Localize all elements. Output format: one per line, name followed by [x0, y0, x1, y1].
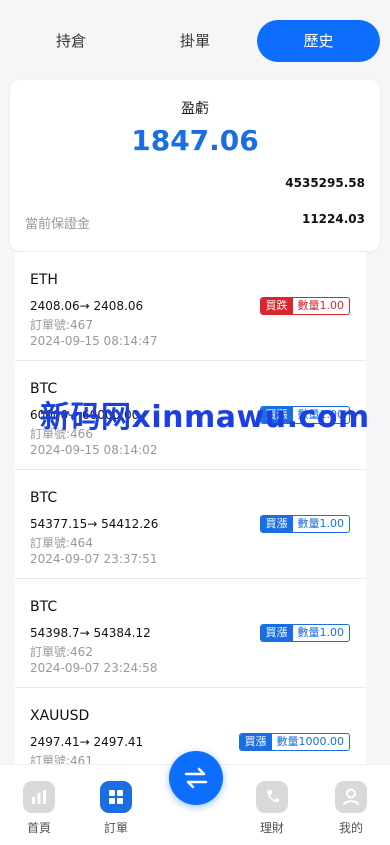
order-symbol: BTC	[30, 490, 58, 506]
tab-positions[interactable]: 持倉	[10, 20, 132, 62]
order-prices: 54398.7→ 54384.12	[30, 626, 151, 640]
order-direction-badge: 買跌 數量1.00	[259, 297, 350, 315]
order-direction-badge: 買漲 數量1.00	[259, 624, 350, 642]
order-prices: 2408.06→ 2408.06	[30, 299, 144, 313]
order-prices: 54377.15→ 54412.26	[30, 517, 159, 531]
order-row[interactable]: ETH 2408.06→ 2408.06 訂單號:467 2024-09-15 …	[15, 252, 366, 361]
order-history-list: ETH 2408.06→ 2408.06 訂單號:467 2024-09-15 …	[15, 252, 366, 764]
tab-pending-orders[interactable]: 掛單	[134, 20, 256, 62]
pnl-summary-card: 盈虧 1847.06 4535295.58 當前保證金 11224.03	[10, 80, 380, 251]
order-row[interactable]: BTC 54398.7→ 54384.12 訂單號:462 2024-09-07…	[15, 579, 366, 688]
balance-value: 4535295.58	[285, 176, 365, 190]
nav-label: 我的	[338, 821, 363, 835]
margin-value: 11224.03	[301, 212, 365, 226]
order-time: 2024-09-07 23:24:58	[30, 661, 158, 675]
order-direction-badge: 買漲 數量1.00	[259, 515, 350, 533]
user-icon	[335, 781, 367, 813]
order-row[interactable]: BTC 54377.15→ 54412.26 訂單號:464 2024-09-0…	[15, 470, 366, 579]
nav-profile[interactable]: 我的	[321, 781, 381, 836]
quantity-label: 數量1.00	[292, 625, 349, 641]
margin-label: 當前保證金	[25, 217, 91, 232]
nav-label: 訂單	[103, 821, 128, 835]
direction-label: 買漲	[260, 516, 293, 532]
direction-label: 買跌	[260, 298, 293, 314]
swap-icon	[184, 767, 208, 789]
nav-finance[interactable]: 理財	[242, 781, 302, 836]
order-prices: 2497.41→ 2497.41	[30, 735, 144, 749]
quantity-label: 數量1000.00	[271, 734, 349, 750]
pnl-label: 盈虧	[181, 101, 209, 117]
order-time: 2024-09-15 08:14:02	[30, 443, 158, 457]
chart-icon	[23, 781, 55, 813]
phone-icon	[256, 781, 288, 813]
quantity-label: 數量1.00	[292, 516, 349, 532]
watermark: 新码网xinmawu.com	[40, 400, 370, 435]
quantity-label: 數量1.00	[292, 298, 349, 314]
direction-label: 買漲	[260, 625, 293, 641]
grid-icon	[100, 781, 132, 813]
tab-history[interactable]: 歷史	[257, 20, 380, 62]
order-direction-badge: 買漲 數量1000.00	[238, 733, 350, 751]
order-symbol: ETH	[30, 272, 58, 288]
nav-label: 首頁	[26, 821, 51, 835]
order-symbol: BTC	[30, 599, 58, 615]
swap-button[interactable]	[169, 751, 223, 805]
order-time: 2024-09-07 23:37:51	[30, 552, 158, 566]
nav-home[interactable]: 首頁	[9, 781, 69, 836]
nav-orders[interactable]: 訂單	[86, 781, 146, 836]
order-number: 訂單號:467	[30, 318, 93, 332]
order-number: 訂單號:461	[30, 754, 93, 764]
order-number: 訂單號:462	[30, 645, 93, 659]
order-number: 訂單號:464	[30, 536, 93, 550]
nav-label: 理財	[259, 821, 284, 835]
order-symbol: XAUUSD	[30, 708, 90, 724]
direction-label: 買漲	[239, 734, 272, 750]
pnl-value: 1847.06	[131, 124, 259, 157]
segmented-tabs: 持倉 掛單 歷史	[0, 0, 390, 80]
order-time: 2024-09-15 08:14:47	[30, 334, 158, 348]
